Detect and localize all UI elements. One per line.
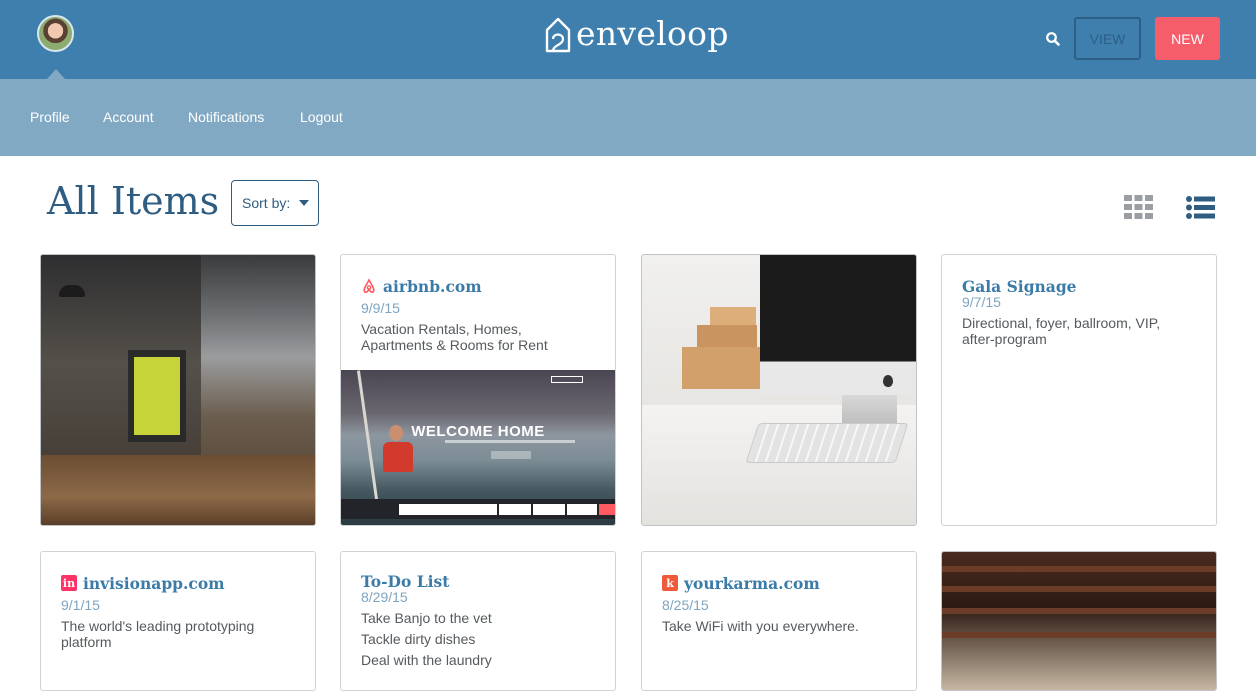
- card-description: Take WiFi with you everywhere.: [662, 618, 859, 634]
- brand-name: enveloop: [576, 14, 729, 53]
- view-button[interactable]: VIEW: [1074, 17, 1141, 60]
- card-loft-photo[interactable]: [941, 551, 1217, 691]
- list-view-icon[interactable]: [1186, 196, 1215, 219]
- search-icon[interactable]: [1045, 31, 1061, 47]
- grid-view-icon[interactable]: [1124, 195, 1153, 219]
- loft-photo: [942, 552, 1216, 690]
- card-invision[interactable]: in invisionapp.com 9/1/15 The world's le…: [40, 551, 316, 691]
- screenshot-headline: WELCOME HOME: [411, 423, 545, 440]
- yourkarma-icon: k: [662, 575, 678, 591]
- card-gala-signage[interactable]: Gala Signage 9/7/15 Directional, foyer, …: [941, 254, 1217, 526]
- sort-label: Sort by:: [242, 195, 291, 211]
- card-yourkarma[interactable]: k yourkarma.com 8/25/15 Take WiFi with y…: [641, 551, 917, 691]
- user-avatar[interactable]: [37, 15, 74, 52]
- list-item: Take Banjo to the vet: [361, 610, 492, 626]
- card-office-photo[interactable]: [40, 254, 316, 526]
- card-date: 8/29/15: [361, 589, 408, 605]
- card-description: Vacation Rentals, Homes, Apartments & Ro…: [361, 321, 548, 353]
- card-title: invisionapp.com: [83, 573, 225, 593]
- chevron-down-icon: [299, 200, 310, 206]
- sort-dropdown[interactable]: Sort by:: [231, 180, 319, 226]
- card-title: yourkarma.com: [684, 573, 820, 593]
- airbnb-icon: [363, 278, 375, 294]
- airbnb-screenshot: WELCOME HOME: [341, 370, 615, 525]
- new-button[interactable]: NEW: [1155, 17, 1220, 60]
- card-date: 9/9/15: [361, 300, 400, 316]
- card-date: 9/7/15: [962, 294, 1001, 310]
- card-date: 9/1/15: [61, 597, 100, 613]
- card-airbnb[interactable]: airbnb.com 9/9/15 Vacation Rentals, Home…: [340, 254, 616, 526]
- nav-notifications[interactable]: Notifications: [188, 108, 264, 126]
- avatar-caret-icon: [47, 69, 65, 79]
- list-item: Deal with the laundry: [361, 652, 492, 668]
- page-title: All Items: [47, 179, 220, 223]
- brand-logo[interactable]: enveloop: [544, 13, 729, 55]
- invision-icon: in: [61, 575, 77, 591]
- card-date: 8/25/15: [662, 597, 709, 613]
- top-bar: enveloop VIEW NEW: [0, 0, 1256, 79]
- card-description: The world's leading prototyping platform: [61, 618, 255, 650]
- card-description: Directional, foyer, ballroom, VIP, after…: [962, 315, 1161, 347]
- nav-profile[interactable]: Profile: [30, 108, 70, 126]
- todo-items: Take Banjo to the vet Tackle dirty dishe…: [361, 608, 595, 671]
- desk-photo: [642, 255, 916, 525]
- office-photo: [41, 255, 315, 525]
- nav-logout[interactable]: Logout: [300, 108, 343, 126]
- list-item: Tackle dirty dishes: [361, 631, 476, 647]
- card-title: airbnb.com: [383, 276, 482, 296]
- house-envelope-icon: [545, 17, 571, 53]
- card-todo-list[interactable]: To-Do List 8/29/15 Take Banjo to the vet…: [340, 551, 616, 691]
- nav-account[interactable]: Account: [103, 108, 154, 126]
- card-desk-photo[interactable]: [641, 254, 917, 526]
- sub-navigation: Profile Account Notifications Logout: [0, 79, 1256, 156]
